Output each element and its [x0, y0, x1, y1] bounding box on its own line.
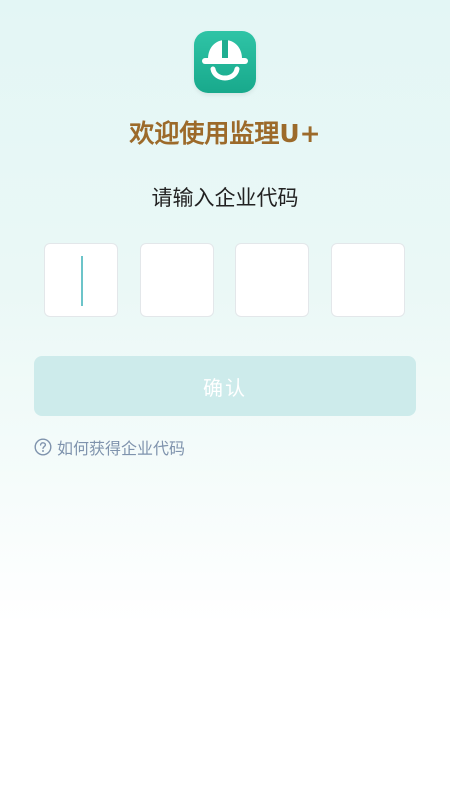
app-logo	[194, 31, 256, 93]
code-digit-input-2[interactable]	[140, 243, 214, 317]
how-to-get-code-link[interactable]: 如何获得企业代码	[34, 436, 185, 458]
smiling-hardhat-icon	[202, 40, 248, 81]
code-digit-input-4[interactable]	[331, 243, 405, 317]
code-prompt: 请输入企业代码	[151, 186, 299, 210]
question-circle-icon	[34, 438, 52, 456]
confirm-button[interactable]: 确认	[34, 356, 416, 416]
code-digit-input-3[interactable]	[235, 243, 309, 317]
help-link-text: 如何获得企业代码	[57, 439, 186, 458]
welcome-title: 欢迎使用监理U+	[129, 119, 321, 148]
text-cursor	[81, 256, 83, 306]
code-digit-input-1[interactable]	[44, 243, 118, 317]
